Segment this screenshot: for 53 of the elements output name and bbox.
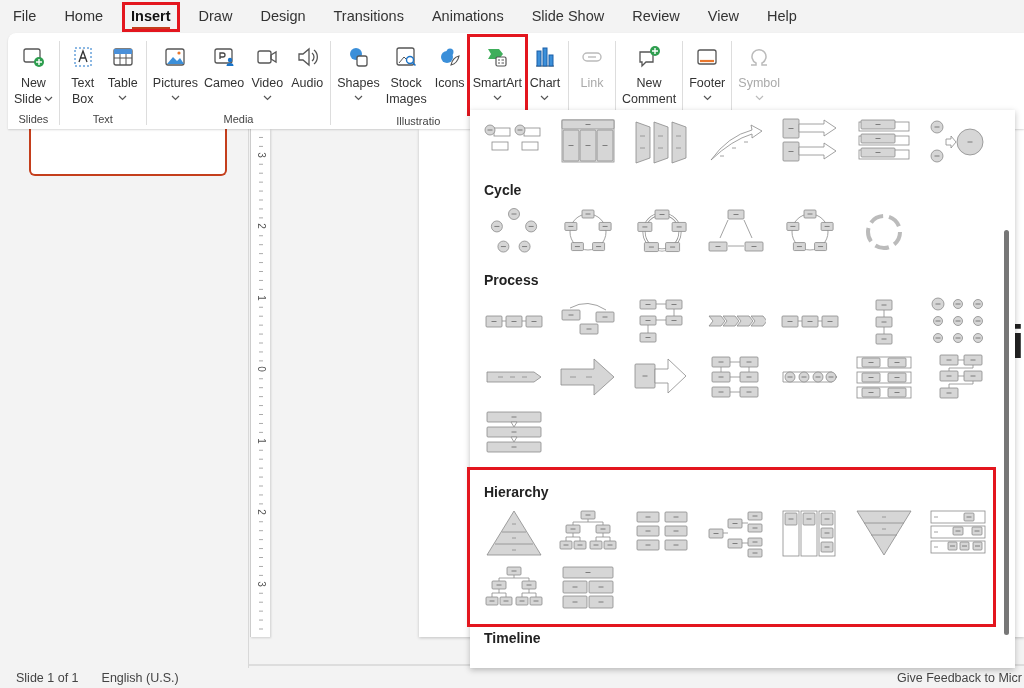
layout-preview-icon[interactable] xyxy=(484,508,544,558)
ribbon-button[interactable]: New Slide xyxy=(11,41,56,111)
ribbon-tab[interactable]: Design xyxy=(251,1,315,32)
group-label: Illustratio xyxy=(395,114,442,127)
picture-icon xyxy=(163,45,188,69)
ribbon-tab[interactable]: Animations xyxy=(422,1,513,32)
ribbon-button[interactable]: Footer xyxy=(686,41,729,111)
speaker-icon xyxy=(295,45,320,69)
ribbon-button[interactable]: Icons xyxy=(429,41,470,113)
scrollbar-thumb[interactable] xyxy=(1004,230,1009,635)
ruler-number: 3 xyxy=(255,149,266,160)
ribbon-tab[interactable]: Insert xyxy=(122,1,180,32)
ribbon-button[interactable]: Audio xyxy=(287,41,328,111)
layout-preview-icon[interactable] xyxy=(706,508,766,558)
group-label: Media xyxy=(222,112,255,125)
section-heading: Cycle xyxy=(484,182,523,198)
language-label[interactable]: English (U.S.) xyxy=(101,671,179,685)
section-heading: Process xyxy=(484,272,540,288)
image-search-icon xyxy=(394,45,419,69)
comment-icon xyxy=(637,45,662,69)
ruler-number: 0 xyxy=(255,364,266,375)
ribbon-button[interactable]: Video xyxy=(247,41,288,111)
ribbon-button[interactable]: Shapes xyxy=(334,41,383,113)
section-heading: Timeline xyxy=(484,630,542,646)
section-heading: Hierarchy xyxy=(484,484,550,500)
ribbon-button[interactable]: Table xyxy=(102,41,143,111)
ribbon-tab[interactable]: File xyxy=(4,1,46,32)
ribbon-tab[interactable]: Transitions xyxy=(324,1,413,32)
slide-position: Slide 1 of 1 xyxy=(16,671,79,685)
ribbon-button[interactable]: Pictures xyxy=(149,41,201,111)
ribbon-button[interactable]: Stock Images xyxy=(382,41,430,113)
ribbon-tab[interactable]: Slide Show xyxy=(522,1,614,32)
ribbon-button[interactable]: Text Box xyxy=(62,41,103,111)
ribbon-tab[interactable]: Draw xyxy=(189,1,242,32)
layout-preview-icon[interactable] xyxy=(558,116,618,166)
ruler-number: 2 xyxy=(255,221,266,232)
ribbon-tab[interactable]: Home xyxy=(55,1,113,32)
ribbon-tab[interactable]: Help xyxy=(757,1,806,32)
table-icon xyxy=(110,45,135,69)
ribbon-button[interactable]: Cameo xyxy=(200,41,248,111)
ribbon-button[interactable]: New Comment xyxy=(618,41,680,111)
layout-preview-icon[interactable] xyxy=(854,508,914,558)
ribbon-button[interactable]: SmartArt xyxy=(469,37,525,113)
group-label: Slides xyxy=(17,112,50,125)
ribbon-tab[interactable]: View xyxy=(698,1,748,32)
feedback-link[interactable]: Give Feedback to Micr xyxy=(896,671,1024,685)
ruler-number: 3 xyxy=(255,578,266,589)
ribbon-tab[interactable]: Review xyxy=(623,1,689,32)
ruler-number: 2 xyxy=(255,507,266,518)
ribbon-button[interactable]: Chart xyxy=(524,41,565,113)
new-slide-icon xyxy=(21,45,46,69)
slide-thumbnail[interactable] xyxy=(29,129,227,176)
group-label: Text xyxy=(91,112,114,125)
